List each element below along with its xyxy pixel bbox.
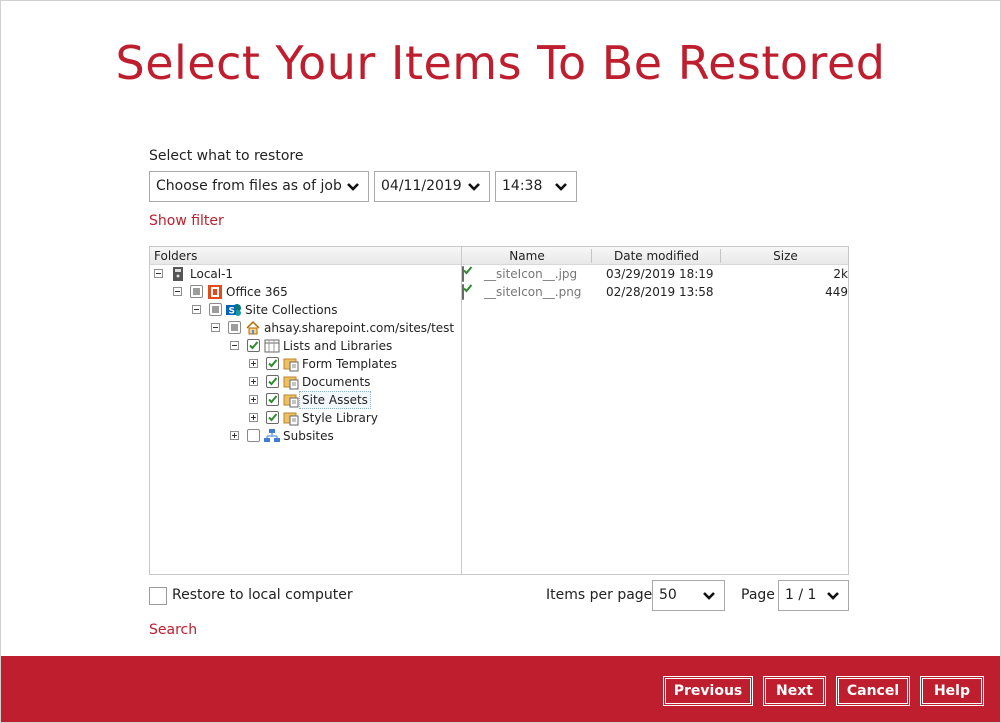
- tree-checkbox[interactable]: [190, 285, 203, 298]
- page-title: Select Your Items To Be Restored: [115, 36, 886, 90]
- sharepoint-icon: S: [226, 302, 242, 318]
- table-icon: [264, 338, 280, 354]
- restore-label: Select what to restore: [149, 148, 304, 164]
- library-folder-icon: [283, 392, 299, 408]
- column-header-name[interactable]: Name: [462, 247, 592, 265]
- chevron-down-icon: [467, 172, 481, 201]
- tree-node-site-assets[interactable]: Site Assets: [150, 391, 460, 409]
- file-date: 02/28/2019 13:58: [606, 285, 714, 299]
- file-row[interactable]: __siteIcon__.png 02/28/2019 13:58 449: [462, 283, 848, 301]
- search-link[interactable]: Search: [149, 622, 197, 638]
- expand-icon[interactable]: [249, 413, 258, 422]
- page-select[interactable]: 1 / 1: [778, 580, 849, 611]
- tree-node-office365[interactable]: Office 365: [150, 283, 460, 301]
- tree-node-form-templates[interactable]: Form Templates: [150, 355, 460, 373]
- drive-icon: [170, 266, 186, 282]
- expand-icon[interactable]: [249, 359, 258, 368]
- tree-node-site-collections[interactable]: S Site Collections: [150, 301, 460, 319]
- tree-node-label: Site Assets: [299, 391, 371, 409]
- library-folder-icon: [283, 356, 299, 372]
- library-folder-icon: [283, 374, 299, 390]
- tree-node-label: Site Collections: [245, 303, 338, 317]
- tree-checkbox[interactable]: [209, 303, 222, 316]
- file-name: __siteIcon__.jpg: [484, 267, 578, 281]
- tree-checkbox[interactable]: [266, 357, 279, 370]
- tree-node-documents[interactable]: Documents: [150, 373, 460, 391]
- tree-node-lists-libraries[interactable]: Lists and Libraries: [150, 337, 460, 355]
- tree-node-label: Form Templates: [302, 357, 398, 371]
- restore-mode-select[interactable]: Choose from files as of job: [149, 171, 369, 202]
- date-select[interactable]: 04/11/2019: [374, 171, 490, 202]
- file-checkbox[interactable]: [462, 284, 473, 300]
- tree-checkbox[interactable]: [247, 429, 260, 442]
- tree-node-label: Local-1: [190, 267, 234, 281]
- chevron-down-icon: [826, 581, 840, 610]
- tree-node-subsites[interactable]: Subsites: [150, 427, 460, 445]
- expand-icon[interactable]: [249, 395, 258, 404]
- items-per-page-select[interactable]: 50: [652, 580, 725, 611]
- expand-icon[interactable]: [230, 431, 239, 440]
- collapse-icon[interactable]: [173, 287, 182, 296]
- column-header-date[interactable]: Date modified: [592, 247, 721, 265]
- page-value: 1 / 1: [785, 587, 817, 603]
- collapse-icon[interactable]: [192, 305, 201, 314]
- sitemap-icon: [264, 428, 280, 444]
- file-size: 2k: [833, 267, 848, 281]
- tree-checkbox[interactable]: [247, 339, 260, 352]
- file-size: 449: [825, 285, 848, 299]
- restore-mode-value: Choose from files as of job: [156, 178, 342, 194]
- tree-node-local[interactable]: Local-1: [150, 265, 460, 283]
- folder-tree[interactable]: Folders Local-1 Office 365 S Site Collec…: [150, 247, 462, 574]
- svg-text:S: S: [229, 307, 235, 317]
- tree-node-label: ahsay.sharepoint.com/sites/test: [264, 321, 455, 335]
- chevron-down-icon: [554, 172, 568, 201]
- chevron-down-icon: [702, 581, 716, 610]
- expand-icon[interactable]: [249, 377, 258, 386]
- tree-node-site[interactable]: ahsay.sharepoint.com/sites/test: [150, 319, 460, 337]
- restore-local-checkbox[interactable]: [149, 587, 167, 605]
- file-list[interactable]: Name Date modified Size __siteIcon__.jpg…: [462, 247, 848, 574]
- tree-checkbox[interactable]: [266, 393, 279, 406]
- tree-checkbox[interactable]: [266, 375, 279, 388]
- items-per-page-label: Items per page: [546, 587, 653, 603]
- tree-node-label: Documents: [302, 375, 371, 389]
- restore-local-label: Restore to local computer: [172, 587, 353, 603]
- tree-node-label: Lists and Libraries: [283, 339, 393, 353]
- tree-node-label: Style Library: [302, 411, 378, 425]
- library-folder-icon: [283, 410, 299, 426]
- browser-panel: Folders Local-1 Office 365 S Site Collec…: [149, 246, 849, 575]
- show-filter-link[interactable]: Show filter: [149, 213, 224, 229]
- collapse-icon[interactable]: [154, 269, 163, 278]
- page-label: Page: [741, 587, 775, 603]
- next-button[interactable]: Next: [763, 676, 826, 706]
- time-value: 14:38: [502, 178, 543, 194]
- cancel-button[interactable]: Cancel: [836, 676, 910, 706]
- help-button[interactable]: Help: [920, 676, 984, 706]
- file-checkbox[interactable]: [462, 266, 473, 282]
- tree-node-label: Office 365: [226, 285, 288, 299]
- chevron-down-icon: [346, 172, 360, 201]
- file-name: __siteIcon__.png: [484, 285, 582, 299]
- items-per-page-value: 50: [659, 587, 677, 603]
- folders-header: Folders: [150, 247, 461, 265]
- tree-checkbox[interactable]: [228, 321, 241, 334]
- previous-button[interactable]: Previous: [663, 676, 753, 706]
- tree-node-style-library[interactable]: Style Library: [150, 409, 460, 427]
- file-row[interactable]: __siteIcon__.jpg 03/29/2019 18:19 2k: [462, 265, 848, 283]
- office365-icon: [207, 284, 223, 300]
- collapse-icon[interactable]: [211, 323, 220, 332]
- tree-checkbox[interactable]: [266, 411, 279, 424]
- file-date: 03/29/2019 18:19: [606, 267, 714, 281]
- collapse-icon[interactable]: [230, 341, 239, 350]
- column-header-size[interactable]: Size: [721, 247, 848, 265]
- home-icon: [245, 320, 261, 336]
- time-select[interactable]: 14:38: [495, 171, 577, 202]
- date-value: 04/11/2019: [381, 178, 462, 194]
- tree-node-label: Subsites: [283, 429, 334, 443]
